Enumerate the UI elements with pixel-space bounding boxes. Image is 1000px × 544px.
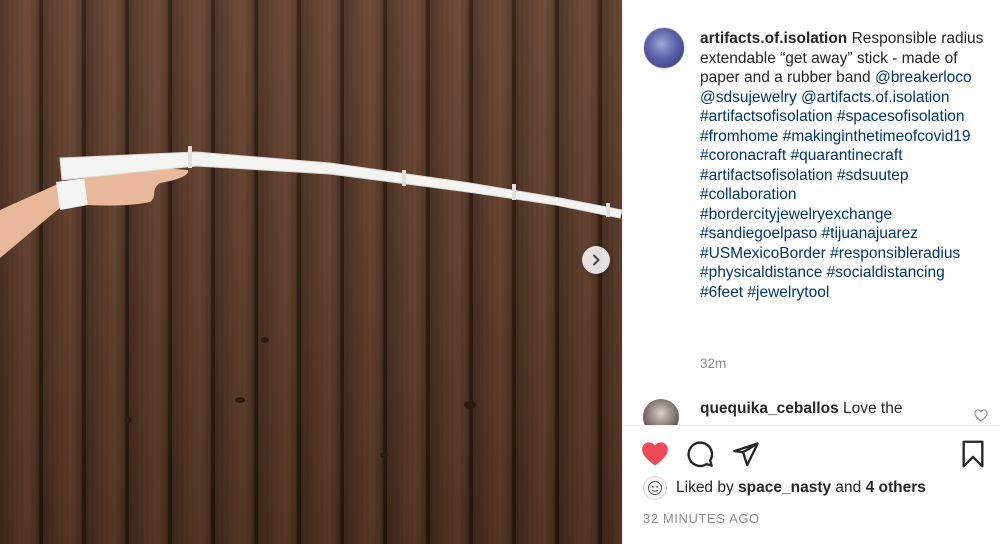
- band-mark: [402, 170, 406, 186]
- comments-scroll-area[interactable]: artifacts.of.isolation Responsible radiu…: [623, 0, 1000, 425]
- hashtag-link[interactable]: #collaboration: [700, 186, 797, 203]
- hashtag-link[interactable]: #tijuanajuarez: [822, 225, 919, 242]
- likes-conjunction: and: [835, 479, 862, 496]
- hashtag-link[interactable]: #sandiegoelpaso: [700, 225, 817, 242]
- hashtag-link[interactable]: #artifactsofisolation: [700, 108, 833, 125]
- heart-filled-icon[interactable]: [641, 441, 669, 467]
- author-avatar[interactable]: [643, 27, 685, 69]
- hashtag-link[interactable]: #responsibleradius: [830, 245, 960, 262]
- instagram-post: artifacts.of.isolation Responsible radiu…: [0, 0, 1000, 544]
- post-photo[interactable]: [0, 0, 622, 544]
- hashtag-link[interactable]: #quarantinecraft: [790, 147, 902, 164]
- mention-link[interactable]: @breakerloco: [875, 69, 972, 86]
- liker-avatar[interactable]: [643, 476, 667, 500]
- bookmark-icon[interactable]: [960, 440, 986, 468]
- comment-body: quequika_ceballos Love the: [700, 400, 902, 418]
- commenter-username[interactable]: quequika_ceballos: [700, 400, 839, 417]
- hashtag-link[interactable]: #6feet: [700, 284, 743, 301]
- hashtag-link[interactable]: #USMexicoBorder: [700, 245, 826, 262]
- photo-content: [0, 146, 622, 458]
- hashtag-link[interactable]: #sdsuutep: [837, 167, 909, 184]
- mention-link[interactable]: @sdsujewelry: [700, 89, 797, 106]
- wood-knot: [235, 397, 245, 403]
- comment-item: quequika_ceballos Love the: [643, 397, 993, 425]
- arm: [0, 183, 62, 258]
- post-caption: artifacts.of.isolation Responsible radiu…: [700, 29, 992, 302]
- heart-outline-icon[interactable]: [974, 409, 988, 422]
- hashtag-link[interactable]: #bordercityjewelryexchange: [700, 206, 892, 223]
- wood-knot: [124, 417, 132, 423]
- liker-username[interactable]: space_nasty: [738, 479, 831, 497]
- carousel-next-button[interactable]: [582, 246, 610, 274]
- hashtag-link[interactable]: #makinginthetimeofcovid19: [783, 128, 971, 145]
- likes-prefix: Liked by: [676, 479, 734, 496]
- face-icon: [648, 481, 662, 495]
- wood-knot: [464, 401, 476, 409]
- chevron-right-icon: [593, 254, 600, 266]
- caption-time[interactable]: 32m: [700, 356, 726, 371]
- hashtag-link[interactable]: #coronacraft: [700, 147, 786, 164]
- paper-plane-icon[interactable]: [732, 440, 760, 468]
- hashtag-link[interactable]: #spacesofisolation: [837, 108, 965, 125]
- post-actions: Liked by space_nasty and 4 others 32 MIN…: [623, 425, 1000, 544]
- wood-knot: [380, 452, 388, 458]
- paper-cuff: [56, 178, 88, 210]
- hashtag-link[interactable]: #physicaldistance: [700, 264, 822, 281]
- post-timestamp[interactable]: 32 MINUTES AGO: [643, 511, 760, 526]
- hashtag-link[interactable]: #artifactsofisolation: [700, 167, 833, 184]
- likes-summary: Liked by space_nasty and 4 others: [643, 476, 926, 500]
- post-side-panel: artifacts.of.isolation Responsible radiu…: [622, 0, 1000, 544]
- mention-link[interactable]: @artifacts.of.isolation: [801, 89, 949, 106]
- band-mark: [606, 203, 610, 217]
- comment-text: Love the: [843, 400, 903, 417]
- commenter-avatar[interactable]: [643, 399, 679, 425]
- band-mark: [188, 146, 192, 168]
- author-username[interactable]: artifacts.of.isolation: [700, 30, 847, 47]
- hashtag-list: #artifactsofisolation #spacesofisolation…: [700, 108, 971, 301]
- comment-bubble-icon[interactable]: [686, 440, 714, 468]
- likes-others-link[interactable]: 4 others: [866, 479, 926, 497]
- hashtag-link[interactable]: #socialdistancing: [827, 264, 945, 281]
- band-mark: [512, 184, 516, 200]
- hashtag-link[interactable]: #jewelrytool: [747, 284, 829, 301]
- wood-knot: [261, 337, 269, 343]
- hashtag-link[interactable]: #fromhome: [700, 128, 778, 145]
